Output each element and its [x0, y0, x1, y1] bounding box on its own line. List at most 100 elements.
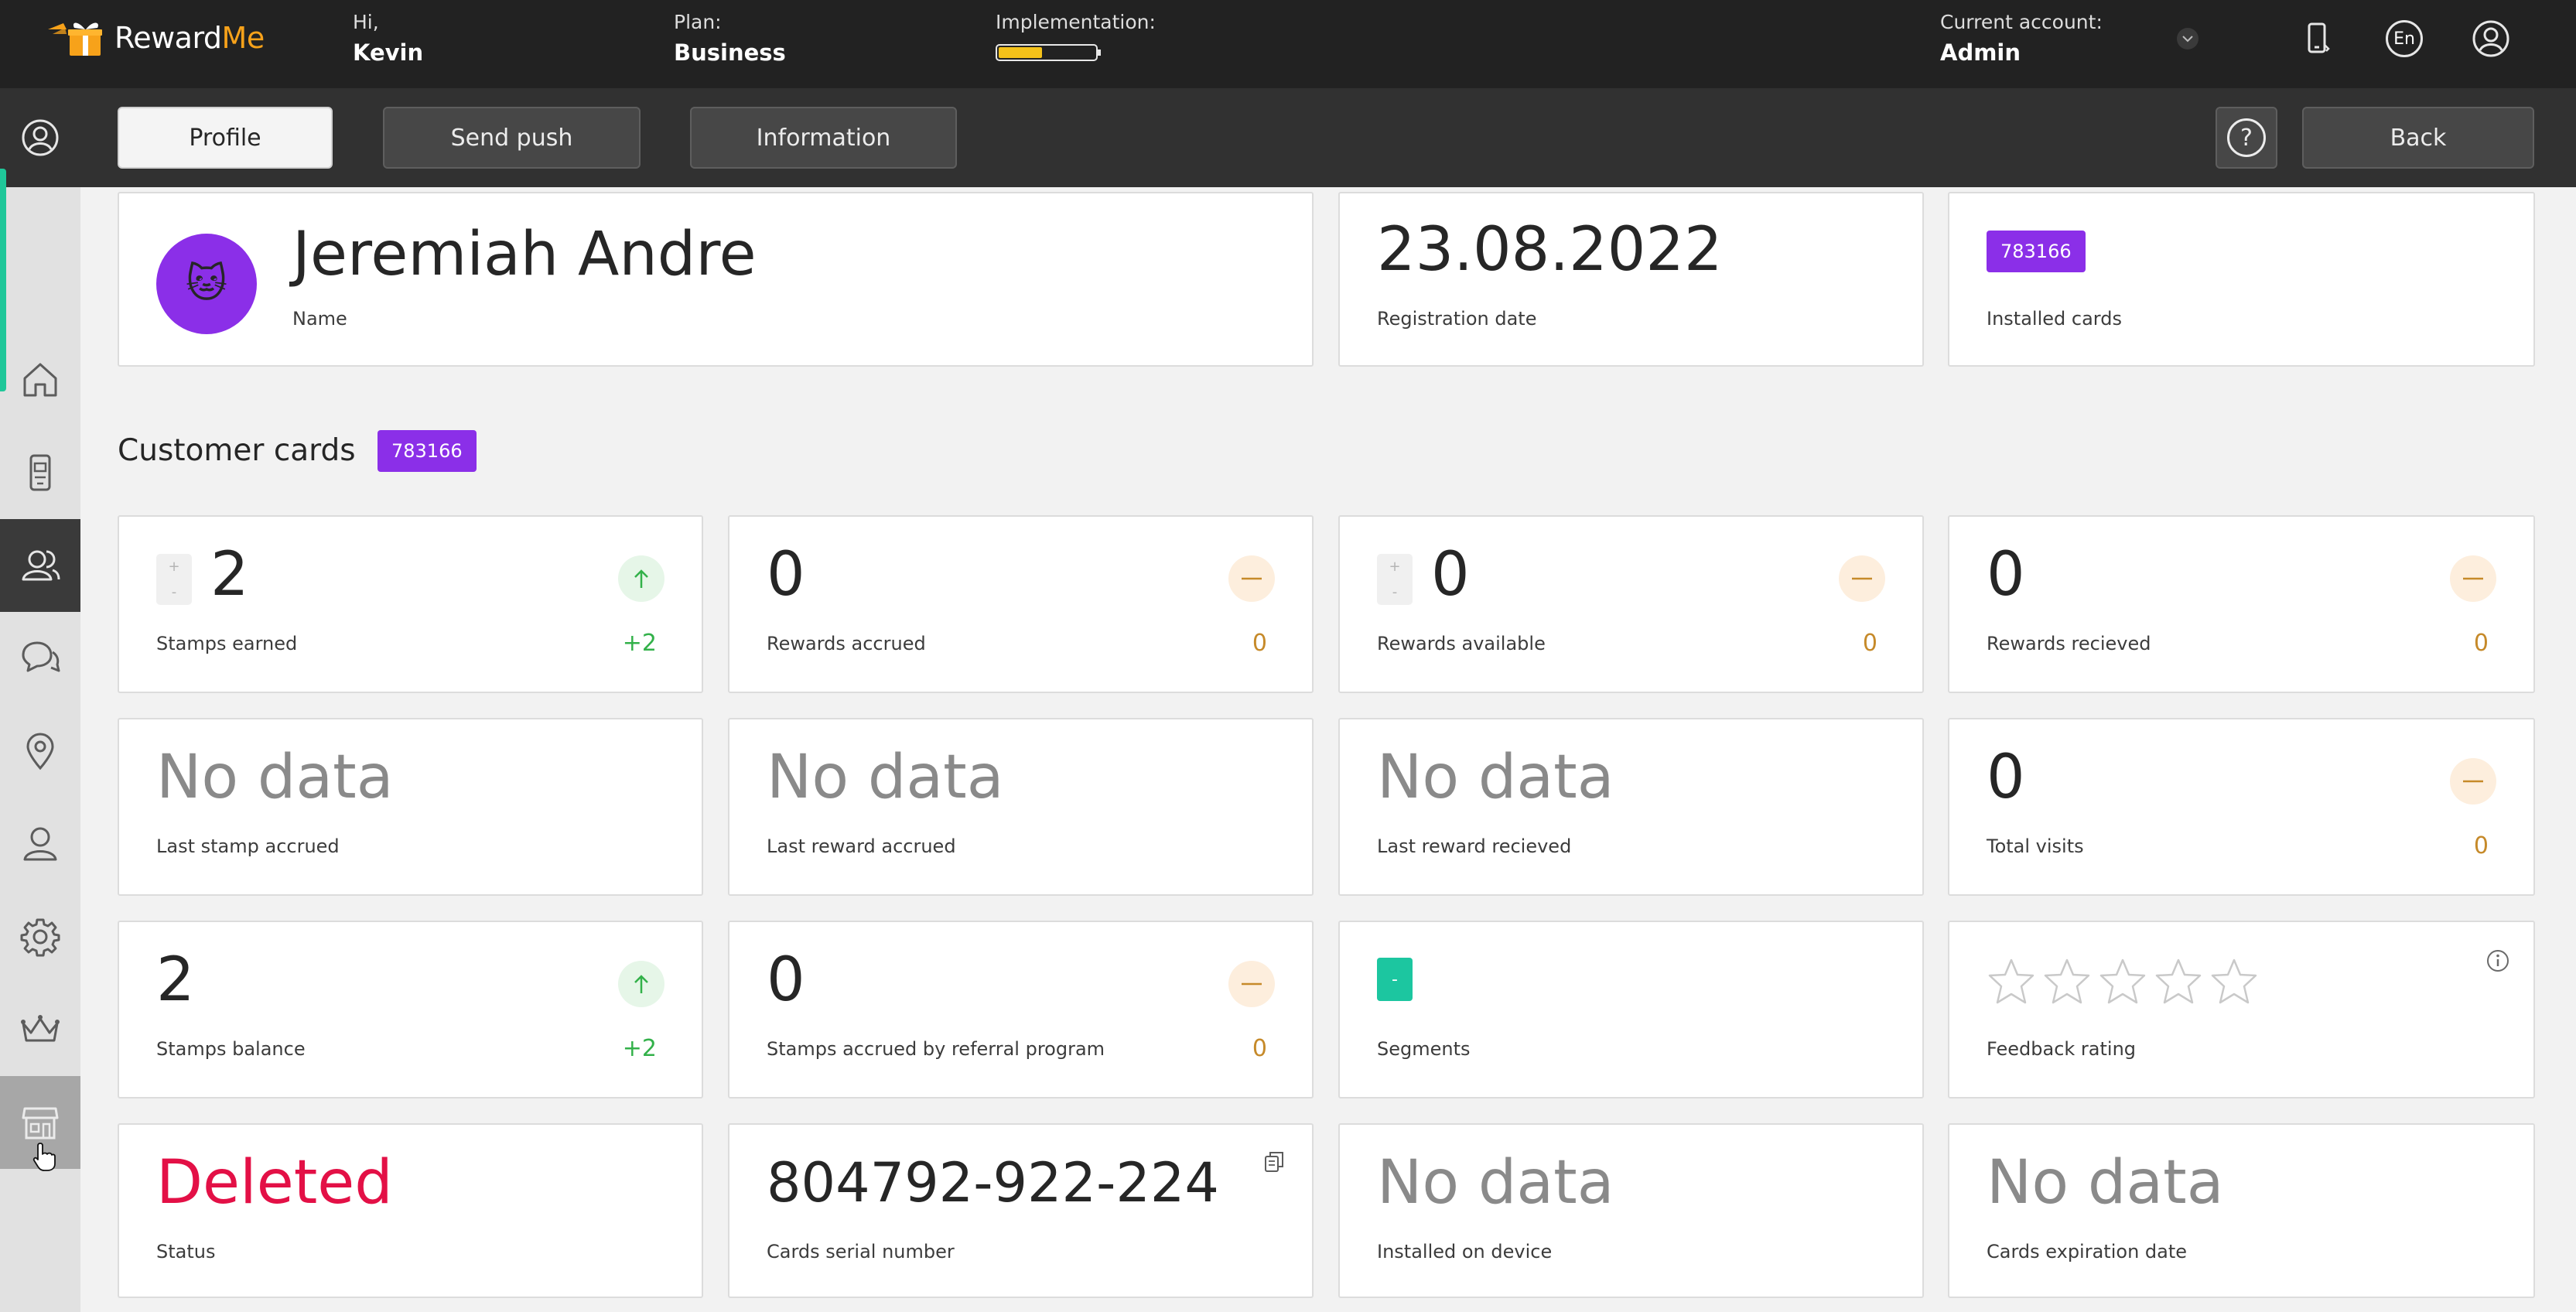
stepper-minus-button[interactable]: -	[1392, 584, 1398, 600]
total-visits-value: 0	[1987, 743, 2025, 812]
help-icon: ?	[2227, 118, 2266, 157]
help-button[interactable]: ?	[2216, 107, 2277, 169]
rewards-received-label: Rewards recieved	[1987, 633, 2151, 654]
language-code: En	[2386, 20, 2423, 57]
feedback-rating-label: Feedback rating	[1987, 1038, 2137, 1060]
stepper-plus-button[interactable]: +	[1389, 559, 1400, 575]
dash-icon	[2450, 555, 2496, 602]
last-stamp-card: No data Last stamp accrued	[118, 718, 703, 896]
last-reward-accrued-value: No data	[767, 743, 1004, 812]
star-icon	[2098, 958, 2147, 1009]
segments-card: - Segments	[1338, 921, 1924, 1098]
profile-icon[interactable]	[0, 91, 80, 184]
customer-cards-badge[interactable]: 783166	[378, 430, 477, 472]
stamps-balance-label: Stamps balance	[156, 1038, 306, 1060]
stepper-plus-button[interactable]: +	[168, 559, 179, 575]
total-visits-card: 0 0 Total visits	[1948, 718, 2535, 896]
last-reward-received-value: No data	[1377, 743, 1614, 812]
mobile-phone-icon[interactable]	[2298, 19, 2338, 59]
last-reward-accrued-card: No data Last reward accrued	[728, 718, 1314, 896]
segment-badge[interactable]: -	[1377, 958, 1413, 1001]
rewards-available-card: + - 0 0 Rewards available	[1338, 515, 1924, 693]
star-icon	[2154, 958, 2203, 1009]
stamps-balance-value: 2	[156, 945, 195, 1015]
status-card: Deleted Status	[118, 1123, 703, 1298]
send-push-button[interactable]: Send push	[383, 107, 641, 169]
top-bar: RewardMe Hi, Kevin Plan: Business Implem…	[0, 0, 2576, 88]
home-icon[interactable]	[0, 333, 80, 426]
rewards-received-delta: 0	[2473, 630, 2489, 657]
registration-date-label: Registration date	[1377, 308, 1537, 330]
last-reward-received-label: Last reward recieved	[1377, 835, 1572, 857]
star-rating	[1987, 958, 2259, 1009]
referral-stamps-card: 0 0 Stamps accrued by referral program	[728, 921, 1314, 1098]
customer-cards-title: Customer cards	[118, 433, 356, 468]
installed-device-value: No data	[1377, 1148, 1614, 1218]
account-switcher[interactable]: Current account: Admin	[1940, 11, 2103, 66]
implementation-progress-bar	[996, 44, 1101, 61]
implementation-info[interactable]: Implementation:	[996, 11, 1156, 61]
rewards-accrued-label: Rewards accrued	[767, 633, 926, 654]
chat-icon[interactable]	[0, 612, 80, 705]
gift-box-icon	[48, 22, 102, 56]
referral-stamps-delta: 0	[1252, 1035, 1267, 1062]
greeting-name: Kevin	[353, 39, 424, 66]
greeting-label: Hi,	[353, 11, 379, 33]
action-bar: Profile Send push Information ? Back	[0, 88, 2576, 187]
brand-logo[interactable]: RewardMe	[46, 19, 265, 57]
installed-device-label: Installed on device	[1377, 1241, 1553, 1262]
stamps-earned-label: Stamps earned	[156, 633, 298, 654]
total-visits-delta: 0	[2473, 832, 2489, 859]
chevron-down-icon[interactable]	[2177, 28, 2198, 50]
star-icon	[2209, 958, 2259, 1009]
expiration-date-card: No data Cards expiration date	[1948, 1123, 2535, 1298]
settings-icon[interactable]	[0, 890, 80, 983]
stamps-stepper[interactable]: + -	[156, 554, 192, 605]
stepper-minus-button[interactable]: -	[172, 584, 177, 600]
customers-icon[interactable]	[0, 519, 80, 612]
card-device-icon[interactable]	[0, 426, 80, 519]
serial-number-card: 804792-922-224 Cards serial number	[728, 1123, 1314, 1298]
sidebar	[0, 88, 80, 1312]
back-button[interactable]: Back	[2302, 107, 2534, 169]
serial-number-value: 804792-922-224	[767, 1151, 1219, 1215]
implementation-label: Implementation:	[996, 11, 1156, 33]
expiration-date-value: No data	[1987, 1148, 2224, 1218]
implementation-progress-fill	[999, 47, 1042, 58]
expiration-date-label: Cards expiration date	[1987, 1241, 2188, 1262]
rewards-received-card: 0 0 Rewards recieved	[1948, 515, 2535, 693]
language-selector[interactable]: En	[2384, 19, 2424, 59]
sidebar-header	[0, 88, 80, 187]
greeting: Hi, Kevin	[353, 11, 423, 66]
crown-icon[interactable]	[0, 983, 80, 1076]
profile-name-card: 🐱 Jeremiah Andre Name	[118, 192, 1314, 367]
dash-icon	[1228, 555, 1275, 602]
stamps-earned-delta: +2	[622, 630, 657, 657]
plan-info: Plan: Business	[674, 11, 786, 66]
rewards-available-label: Rewards available	[1377, 633, 1546, 654]
arrow-up-icon	[618, 555, 664, 602]
info-icon[interactable]	[2485, 948, 2510, 976]
stamps-balance-delta: +2	[622, 1035, 657, 1062]
serial-number-label: Cards serial number	[767, 1241, 955, 1262]
location-icon[interactable]	[0, 705, 80, 798]
stamps-earned-card: + - 2 +2 Stamps earned	[118, 515, 703, 693]
name-label: Name	[292, 308, 347, 330]
registration-date-value: 23.08.2022	[1377, 215, 1723, 285]
copy-icon[interactable]	[1262, 1150, 1287, 1177]
user-icon[interactable]	[0, 798, 80, 890]
rewards-accrued-card: 0 0 Rewards accrued	[728, 515, 1314, 693]
information-button[interactable]: Information	[690, 107, 957, 169]
installed-cards-badge[interactable]: 783166	[1987, 231, 2086, 272]
tab-profile[interactable]: Profile	[118, 107, 333, 169]
stamps-balance-card: 2 +2 Stamps balance	[118, 921, 703, 1098]
stamps-earned-value: 2	[210, 540, 249, 610]
rewards-received-value: 0	[1987, 540, 2025, 610]
account-profile-icon[interactable]	[2471, 19, 2511, 59]
avatar[interactable]: 🐱	[156, 234, 257, 334]
installed-cards-card: 783166 Installed cards	[1948, 192, 2535, 367]
star-icon	[2042, 958, 2092, 1009]
last-stamp-label: Last stamp accrued	[156, 835, 340, 857]
referral-stamps-value: 0	[767, 945, 805, 1015]
rewards-stepper[interactable]: + -	[1377, 554, 1413, 605]
